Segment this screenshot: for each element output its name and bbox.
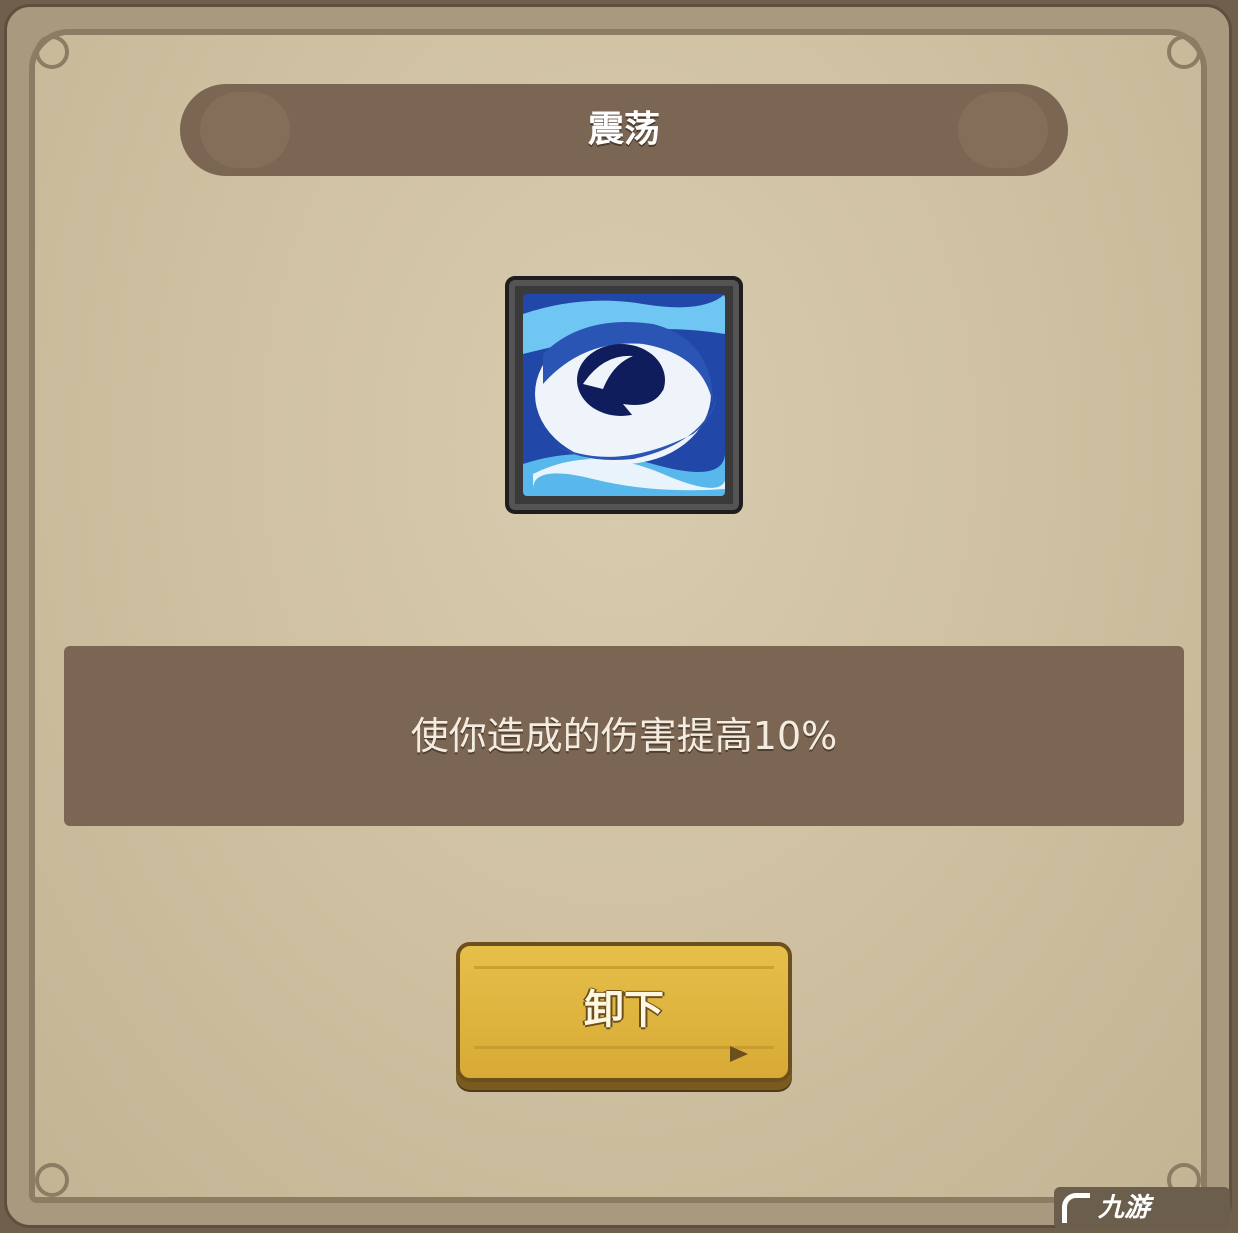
whirlpool-icon xyxy=(523,294,725,496)
skill-title: 震荡 xyxy=(587,109,660,150)
9-logo-icon xyxy=(1062,1193,1090,1223)
corner-ornament-top-right xyxy=(1167,35,1201,69)
unequip-button[interactable]: 卸下 xyxy=(456,942,792,1082)
skill-title-banner: 震荡 xyxy=(180,84,1068,176)
skill-description: 使你造成的伤害提高10% xyxy=(410,714,838,758)
corner-ornament-bottom-left xyxy=(35,1163,69,1197)
skill-icon-frame xyxy=(505,276,743,514)
corner-ornament-top-left xyxy=(35,35,69,69)
whirlpool-art xyxy=(523,294,725,496)
watermark-text: 九游 xyxy=(1098,1193,1151,1223)
watermark: 九游 xyxy=(1054,1187,1230,1229)
skill-description-banner: 使你造成的伤害提高10% xyxy=(64,646,1184,826)
button-arrow-icon xyxy=(730,1046,748,1062)
